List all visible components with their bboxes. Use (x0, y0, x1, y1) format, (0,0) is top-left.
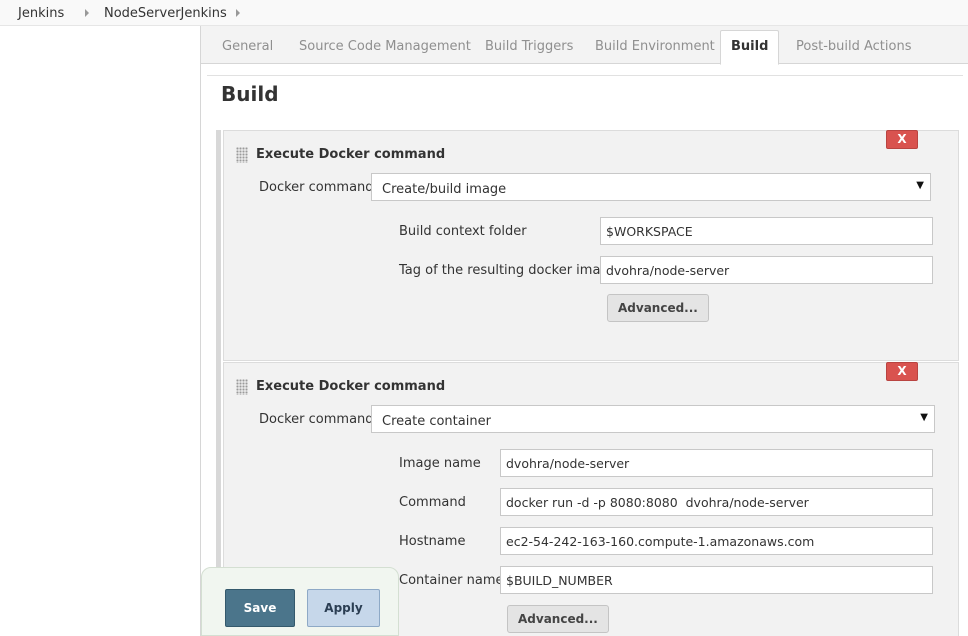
docker-command-value: Create/build image (382, 182, 507, 197)
build-context-folder-input[interactable]: $WORKSPACE (600, 217, 933, 245)
delete-step-button[interactable]: X (886, 362, 918, 381)
breadcrumb-job[interactable]: NodeServerJenkins (104, 6, 227, 21)
breadcrumb: Jenkins NodeServerJenkins (0, 0, 968, 26)
tab-build[interactable]: Build (720, 30, 780, 65)
section-title: Build (221, 82, 279, 106)
docker-command-select[interactable]: Create container ▼ (371, 405, 935, 433)
advanced-button[interactable]: Advanced... (507, 605, 609, 633)
field-label: Hostname (399, 534, 466, 549)
command-input[interactable]: docker run -d -p 8080:8080 dvohra/node-s… (500, 488, 933, 516)
config-tabbar: General Source Code Management Build Tri… (201, 26, 968, 65)
breadcrumb-jenkins[interactable]: Jenkins (18, 6, 64, 21)
side-panel (0, 26, 201, 636)
advanced-button[interactable]: Advanced... (607, 294, 709, 322)
tab-source-code-management[interactable]: Source Code Management (299, 39, 471, 54)
steps-rail (216, 130, 221, 636)
breadcrumb-separator-icon[interactable] (85, 9, 89, 17)
dropdown-arrow-icon: ▼ (920, 412, 928, 423)
delete-step-button[interactable]: X (886, 130, 918, 149)
field-label: Container name (399, 573, 504, 588)
tab-general[interactable]: General (222, 39, 273, 54)
dropdown-arrow-icon: ▼ (916, 180, 924, 191)
hostname-input[interactable]: ec2-54-242-163-160.compute-1.amazonaws.c… (500, 527, 933, 555)
save-button[interactable]: Save (225, 589, 295, 627)
save-apply-bar: Save Apply (201, 567, 399, 636)
docker-command-select[interactable]: Create/build image ▼ (371, 173, 931, 201)
step-title: Execute Docker command (256, 147, 446, 162)
image-tag-input[interactable]: dvohra/node-server (600, 256, 933, 284)
breadcrumb-separator-icon[interactable] (236, 9, 240, 17)
apply-button[interactable]: Apply (307, 589, 380, 627)
image-name-input[interactable]: dvohra/node-server (500, 449, 933, 477)
field-label: Build context folder (399, 224, 527, 239)
config-main: General Source Code Management Build Tri… (201, 26, 968, 636)
docker-command-value: Create container (382, 414, 491, 429)
build-step-docker-build: Execute Docker command X Docker command … (223, 130, 959, 361)
field-label: Image name (399, 456, 481, 471)
tab-build-triggers[interactable]: Build Triggers (485, 39, 573, 54)
field-label: Tag of the resulting docker image (399, 263, 617, 278)
tab-build-environment[interactable]: Build Environment (595, 39, 715, 54)
section-divider (207, 75, 963, 76)
drag-handle-icon[interactable] (236, 379, 248, 395)
field-label: Command (399, 495, 466, 510)
container-name-input[interactable]: $BUILD_NUMBER (500, 566, 933, 594)
step-title: Execute Docker command (256, 379, 446, 394)
drag-handle-icon[interactable] (236, 147, 248, 163)
tab-post-build-actions[interactable]: Post-build Actions (796, 39, 911, 54)
docker-command-label: Docker command (259, 412, 374, 427)
docker-command-label: Docker command (259, 180, 374, 195)
